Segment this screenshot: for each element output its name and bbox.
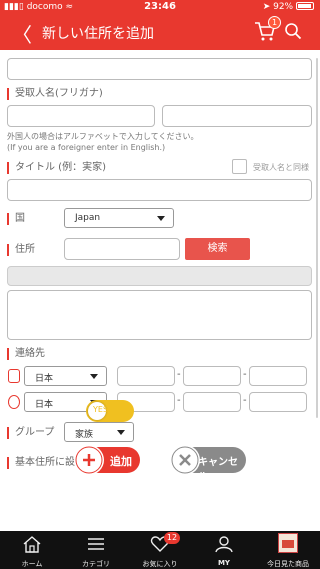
add-button-label: 追加 (110, 455, 132, 468)
recipient-kana-last-input[interactable] (7, 105, 155, 127)
same-as-recipient-checkbox[interactable] (232, 159, 247, 174)
bottom-tab-bar: ホーム カテゴリ 12 お気に入り MY 今日見た商品 (0, 531, 320, 569)
group-select[interactable]: 家族 (64, 422, 134, 442)
chevron-down-icon (117, 430, 125, 435)
location-icon: ➤ (262, 2, 271, 12)
chevron-down-icon (157, 216, 165, 221)
group-value: 家族 (75, 430, 94, 440)
tab-category[interactable]: カテゴリ (64, 531, 128, 569)
group-label: グループ (7, 427, 54, 439)
address-label: 住所 (7, 244, 35, 256)
recipient-kana-label: 受取人名(フリガナ) (7, 88, 103, 100)
home-icon (23, 536, 41, 553)
page-title: 新しい住所を追加 (42, 26, 154, 42)
tab-my-label: MY (217, 559, 231, 567)
same-as-recipient-label: 受取人名と同様 (253, 163, 309, 172)
phone-country-value-1: 日本 (35, 374, 54, 384)
close-icon (170, 445, 200, 475)
navigation-bar: 〈 新しい住所を追加 1 (0, 14, 320, 50)
phone-separator: - (177, 395, 181, 406)
postal-search-button[interactable]: 検索 (185, 238, 250, 260)
favorites-badge: 12 (164, 532, 180, 544)
phone-separator: - (177, 369, 181, 380)
user-icon (215, 536, 233, 553)
back-button[interactable]: 〈 (12, 19, 32, 48)
phone2-part3-input[interactable] (249, 392, 307, 412)
title-input[interactable] (7, 179, 312, 201)
foreigner-hint-english: (If you are a foreigner enter in English… (7, 143, 166, 152)
phone1-part3-input[interactable] (249, 366, 307, 386)
recent-product-thumbnail (278, 533, 298, 553)
phone-separator: - (243, 395, 247, 406)
contact-label: 連絡先 (7, 348, 45, 360)
plus-icon (74, 445, 104, 475)
phone1-part1-input[interactable] (117, 366, 175, 386)
tab-favorites[interactable]: 12 お気に入り (128, 531, 192, 569)
title-label: タイトル (例：実家) (7, 162, 106, 174)
landline-phone-icon (8, 395, 20, 409)
address-detail-input[interactable] (7, 290, 312, 340)
add-button[interactable]: 追加 (74, 445, 140, 475)
recipient-kana-first-input[interactable] (162, 105, 312, 127)
chevron-down-icon (90, 374, 98, 379)
postal-code-input[interactable] (64, 238, 180, 260)
tab-category-label: カテゴリ (82, 560, 110, 568)
prefecture-field (7, 266, 312, 286)
phone1-part2-input[interactable] (183, 366, 241, 386)
tab-recently-viewed[interactable]: 今日見た商品 (256, 531, 320, 569)
tab-favorites-label: お気に入り (142, 560, 178, 568)
default-address-toggle[interactable]: YES (86, 400, 134, 422)
tab-home[interactable]: ホーム (0, 531, 64, 569)
country-label: 国 (7, 213, 25, 225)
status-bar: ▮▮▮▯ docomo ≈ 23:46 ➤ 92% (0, 0, 320, 14)
phone-separator: - (243, 369, 247, 380)
toggle-yes-text: YES (93, 405, 109, 414)
battery-status: ➤ 92% (263, 2, 314, 12)
tab-home-label: ホーム (21, 560, 43, 568)
battery-icon (296, 2, 314, 10)
menu-icon (88, 538, 104, 550)
cart-badge: 1 (268, 16, 281, 29)
country-select[interactable]: Japan (64, 208, 174, 228)
tab-my[interactable]: MY (192, 531, 256, 569)
cancel-button-label: キャンセル (198, 457, 238, 483)
country-value: Japan (75, 213, 101, 223)
phone2-part2-input[interactable] (183, 392, 241, 412)
foreigner-hint: 外国人の場合はアルファベットで入力してください。 (7, 132, 199, 141)
phone-country-select-1[interactable]: 日本 (24, 366, 107, 386)
phone-country-value-2: 日本 (35, 400, 54, 410)
mobile-phone-icon (8, 369, 20, 383)
address-form: 受取人名(フリガナ) 外国人の場合はアルファベットで入力してください。 (If … (0, 50, 320, 531)
scrollbar[interactable] (316, 58, 318, 418)
address-name-input[interactable] (7, 58, 312, 80)
search-icon[interactable] (284, 22, 302, 40)
tab-recently-viewed-label: 今日見た商品 (267, 560, 309, 568)
cancel-button[interactable]: キャンセル (170, 445, 246, 483)
